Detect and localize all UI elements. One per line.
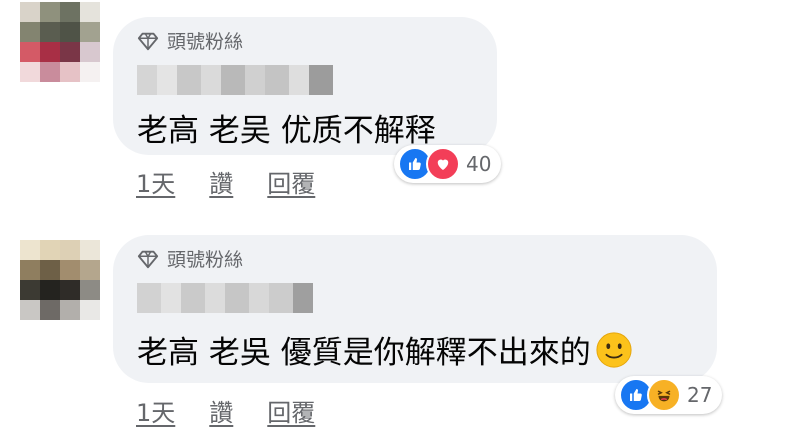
reply-button[interactable]: 回覆 <box>267 393 315 428</box>
comment-actions: 1天 讚 回覆 <box>136 164 315 199</box>
haha-icon <box>647 378 681 412</box>
reaction-summary[interactable]: 40 <box>394 145 502 183</box>
slightly-smiling-face-icon <box>596 332 632 368</box>
badge-label: 頭號粉絲 <box>167 249 244 271</box>
comment-text-content: 老高 老吳 優質是你解釋不出來的 <box>137 335 591 371</box>
comment-actions: 1天 讚 回覆 <box>136 393 315 428</box>
comment-text: 老高 老吳 優質是你解釋不出來的 <box>137 327 633 372</box>
comment-text: 老高 老吴 优质不解释 <box>137 113 436 149</box>
top-fan-badge[interactable]: 頭號粉絲 <box>137 27 243 54</box>
diamond-icon <box>137 250 159 268</box>
comment-bubble: 頭號粉絲 老高 老吳 優質是你解釋不出來的 <box>113 235 717 383</box>
diamond-icon <box>137 32 159 50</box>
reaction-count: 27 <box>687 383 713 407</box>
like-button[interactable]: 讚 <box>209 393 233 428</box>
commenter-name-blurred[interactable] <box>137 283 313 313</box>
commenter-name-blurred[interactable] <box>137 65 333 95</box>
reaction-count: 40 <box>466 152 492 176</box>
reply-button[interactable]: 回覆 <box>267 164 315 199</box>
comment-bubble: 頭號粉絲 老高 老吴 优质不解释 <box>113 17 497 155</box>
reaction-summary[interactable]: 27 <box>615 376 723 414</box>
avatar[interactable] <box>20 240 100 320</box>
love-icon <box>426 147 460 181</box>
top-fan-badge[interactable]: 頭號粉絲 <box>137 245 243 272</box>
avatar[interactable] <box>20 2 100 82</box>
badge-label: 頭號粉絲 <box>167 31 244 53</box>
like-button[interactable]: 讚 <box>209 164 233 199</box>
timestamp-link[interactable]: 1天 <box>136 393 175 428</box>
timestamp-link[interactable]: 1天 <box>136 164 175 199</box>
